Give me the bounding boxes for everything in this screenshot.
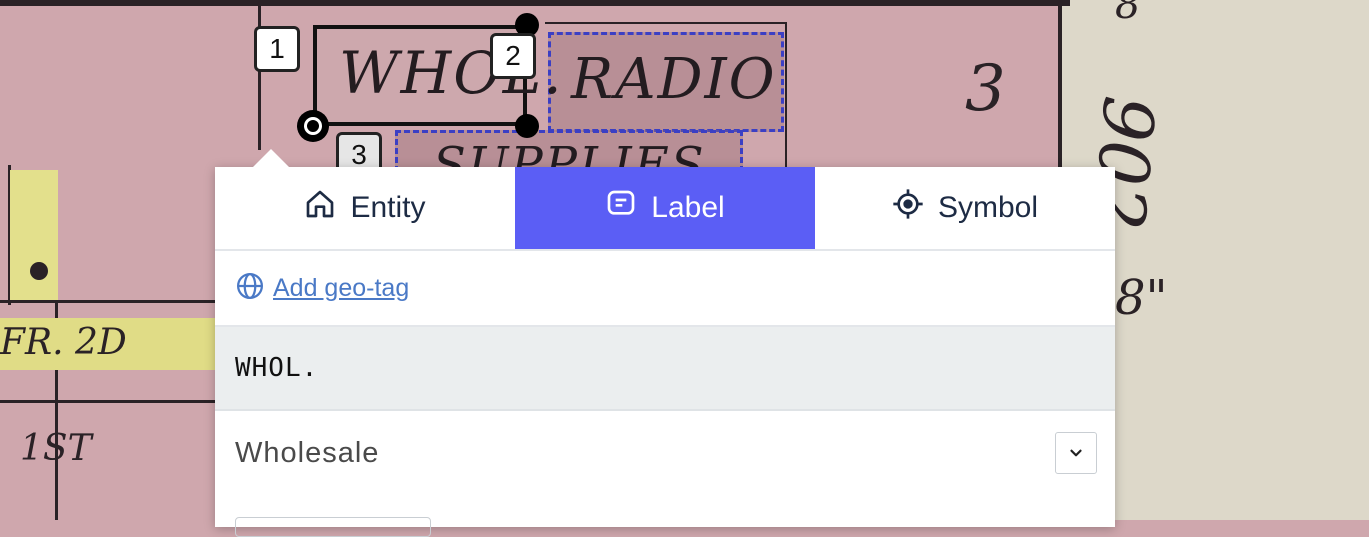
home-icon	[304, 188, 336, 228]
street-strip	[10, 170, 58, 300]
label-text-field[interactable]: WHOL.	[215, 327, 1115, 411]
tab-label: Label	[651, 191, 725, 224]
street-label: 1ST	[20, 428, 92, 469]
chevron-down-icon	[1067, 437, 1085, 470]
resize-handle[interactable]	[515, 114, 539, 138]
map-line	[785, 22, 787, 167]
tab-label: Symbol	[937, 191, 1039, 224]
crosshair-icon	[892, 188, 924, 228]
map-line	[0, 300, 215, 303]
tab-symbol[interactable]: Symbol	[815, 167, 1115, 249]
annotation-badge[interactable]: 1	[254, 26, 300, 72]
globe-icon	[235, 271, 265, 306]
map-line	[0, 0, 1070, 6]
expansion-row: Wholesale	[215, 411, 1115, 495]
annotation-badge[interactable]: 2	[490, 33, 536, 79]
tab-bar: Entity Label Symbol	[215, 167, 1115, 251]
street-label: FR. 2D	[0, 322, 127, 363]
message-square-icon	[605, 188, 637, 228]
box-label: RADIO	[571, 47, 777, 112]
popup-caret	[252, 149, 290, 168]
margin-number: 8	[1115, 0, 1141, 28]
expansion-text: Wholesale	[235, 436, 380, 469]
map-dot	[30, 262, 48, 280]
tab-entity[interactable]: Entity	[215, 167, 515, 249]
tab-label: Entity	[350, 191, 426, 224]
add-geo-tag-link[interactable]: Add geo-tag	[273, 274, 409, 303]
margin-number: 3	[965, 52, 1006, 126]
annotation-popup: Entity Label Symbol Add geo-tag WHOL. Wh…	[215, 149, 1115, 537]
map-line	[545, 22, 785, 24]
expansion-dropdown-button[interactable]	[1055, 432, 1097, 474]
map-line	[0, 400, 215, 403]
map-line	[258, 0, 261, 150]
geo-tag-row: Add geo-tag	[215, 251, 1115, 327]
margin-number: 8"	[1115, 270, 1168, 326]
anchor-handle[interactable]	[297, 110, 329, 142]
partial-input-field[interactable]	[235, 517, 431, 537]
annotation-box-radio[interactable]: RADIO	[548, 32, 784, 132]
tab-label-active[interactable]: Label	[515, 167, 815, 249]
